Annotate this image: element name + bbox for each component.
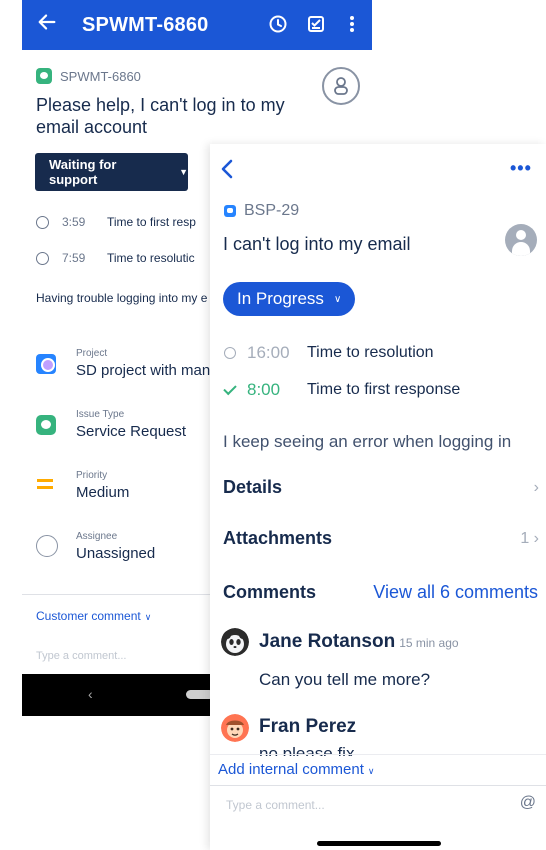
- comment-input[interactable]: Type a comment...: [226, 798, 325, 812]
- comment-input[interactable]: Type a comment...: [36, 650, 126, 662]
- field-label: Issue Type: [76, 409, 125, 420]
- sla-row: 16:00 Time to resolution: [224, 343, 434, 363]
- issue-description: I keep seeing an error when logging in: [223, 432, 512, 451]
- comment-author: Fran Perez: [259, 716, 356, 738]
- sla-row: 7:59 Time to resolutic: [36, 251, 195, 265]
- project-icon: [36, 354, 56, 374]
- field-value: Unassigned: [76, 545, 156, 562]
- sla-time: 8:00: [247, 380, 281, 399]
- field-value: SD project with many: [76, 362, 218, 379]
- chevron-down-icon: ∨: [333, 293, 342, 305]
- service-request-icon: [36, 68, 52, 84]
- mention-icon[interactable]: @: [520, 794, 536, 812]
- more-vertical-icon[interactable]: [342, 14, 362, 34]
- sla-label: Time to resolution: [307, 344, 434, 361]
- attachments-row[interactable]: Attachments 1 ›: [223, 528, 539, 549]
- details-row[interactable]: Details ›: [223, 477, 539, 498]
- status-button[interactable]: In Progress ∨: [223, 282, 356, 316]
- user-icon: [36, 535, 58, 557]
- comment-author-name: Jane Rotanson: [259, 631, 396, 652]
- service-request-icon: [36, 415, 56, 435]
- comment-body: Can you tell me more?: [259, 670, 431, 689]
- attachments-count: 1 ›: [520, 530, 539, 547]
- sla-time: 7:59: [62, 251, 86, 265]
- clock-icon: [224, 347, 236, 359]
- field-value: Service Request: [76, 423, 187, 440]
- issue-key-row: SPWMT-6860: [36, 68, 141, 84]
- issue-description: Having trouble logging into my e: [36, 291, 208, 305]
- user-icon: [516, 230, 526, 240]
- assignee-avatar[interactable]: [505, 224, 537, 256]
- issue-key-row: BSP-29: [224, 202, 299, 220]
- avatar: [221, 714, 249, 742]
- view-all-comments-link[interactable]: View all 6 comments: [373, 582, 538, 603]
- chevron-right-icon: ›: [533, 479, 539, 496]
- caret-down-icon: ▼: [179, 167, 188, 177]
- field-value: Medium: [76, 484, 130, 501]
- chevron-down-icon: ∨: [144, 612, 152, 622]
- sla-row: 8:00 Time to first response: [223, 380, 461, 400]
- chevron-left-icon[interactable]: [220, 158, 234, 180]
- status-label: In Progress: [237, 289, 324, 308]
- status-label: Waiting for support: [49, 157, 117, 187]
- issue-key: SPWMT-6860: [60, 68, 141, 84]
- sla-time: 3:59: [62, 215, 86, 229]
- sla-row: 3:59 Time to first resp: [36, 215, 196, 229]
- ios-issue-view: ••• BSP-29 I can't log into my email In …: [210, 144, 546, 850]
- issue-summary: Please help, I can't log in to my email …: [36, 95, 285, 137]
- comment-time: 15 min ago: [399, 636, 459, 650]
- field-label: Assignee: [76, 531, 118, 542]
- service-request-icon: [224, 205, 236, 217]
- check-icon: [223, 381, 237, 395]
- comment-mode-label: Add internal comment: [218, 761, 364, 778]
- issue-key: BSP-29: [244, 202, 300, 219]
- sla-label: Time to resolutic: [107, 251, 195, 265]
- field-label: Priority: [76, 470, 108, 481]
- app-bar-title: SPWMT-6860: [82, 14, 209, 36]
- divider: [210, 785, 546, 786]
- issue-summary: I can't log into my email: [223, 234, 411, 254]
- home-indicator: [317, 841, 441, 846]
- sla-label: Time to first response: [307, 381, 461, 398]
- comments-heading: Comments: [223, 582, 317, 602]
- clock-icon[interactable]: [268, 14, 288, 34]
- chevron-down-icon: ∨: [367, 766, 375, 776]
- sla-time: 16:00: [247, 343, 290, 362]
- field-label: Project: [76, 348, 108, 359]
- comment-mode-selector[interactable]: Add internal comment ∨: [218, 761, 375, 778]
- checklist-icon[interactable]: [306, 14, 326, 34]
- nav-back-button[interactable]: ‹: [88, 686, 93, 702]
- attachments-label: Attachments: [223, 528, 333, 548]
- comment-mode-label: Customer comment: [36, 609, 141, 623]
- more-horizontal-icon[interactable]: •••: [510, 158, 532, 179]
- comment-mode-selector[interactable]: Customer comment ∨: [36, 609, 151, 623]
- comment-author-name: Fran Perez: [259, 716, 357, 737]
- status-button[interactable]: Waiting for support ▼: [35, 153, 188, 191]
- divider: [210, 754, 546, 755]
- clock-icon: [36, 251, 49, 265]
- arrow-left-icon[interactable]: [36, 11, 58, 33]
- details-label: Details: [223, 477, 283, 497]
- avatar: [221, 628, 249, 656]
- user-icon: [334, 77, 348, 95]
- clock-icon: [36, 215, 49, 229]
- assignee-avatar[interactable]: [322, 67, 360, 105]
- priority-medium-icon: [37, 479, 53, 489]
- android-app-bar: SPWMT-6860: [22, 0, 372, 50]
- comment-author: Jane Rotanson 15 min ago: [259, 631, 459, 653]
- sla-label: Time to first resp: [107, 215, 196, 229]
